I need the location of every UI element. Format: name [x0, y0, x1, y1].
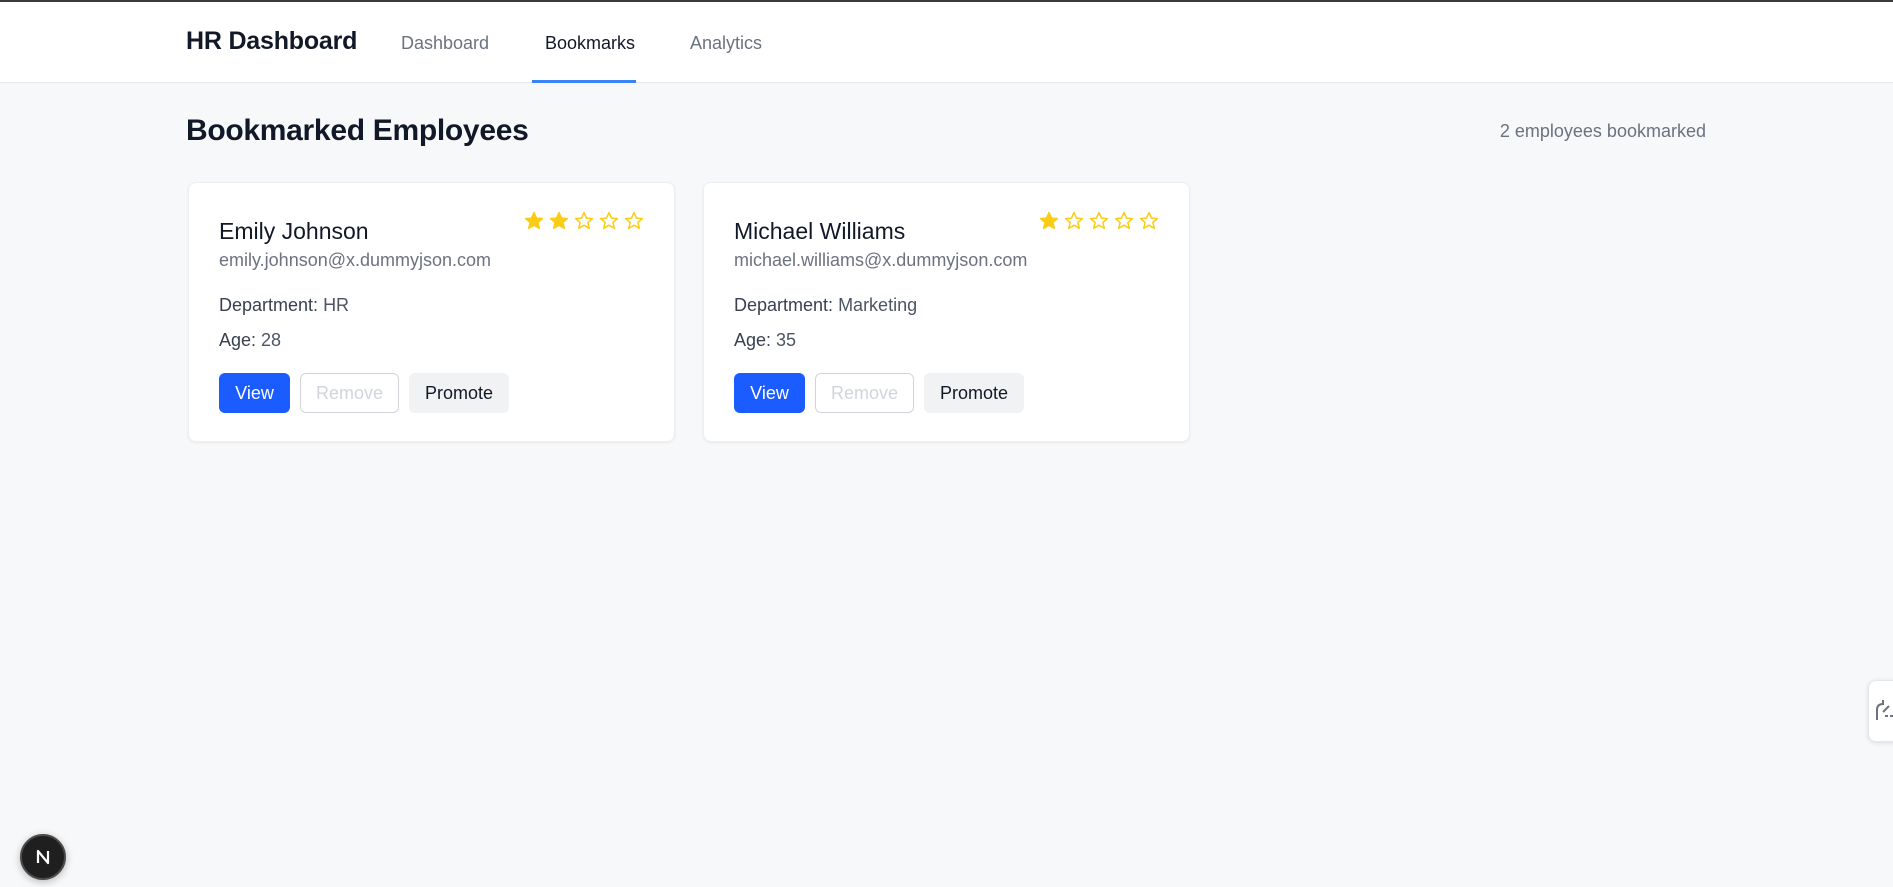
promote-button[interactable]: Promote [924, 373, 1024, 413]
view-button[interactable]: View [734, 373, 805, 413]
star-empty-icon[interactable] [599, 211, 619, 231]
star-empty-icon[interactable] [1089, 211, 1109, 231]
department-row: Department: Marketing [734, 295, 917, 316]
age-label: Age: [219, 330, 257, 350]
star-filled-icon[interactable] [1039, 211, 1059, 231]
devtools-icon [1876, 700, 1893, 720]
devtools-tab[interactable] [1868, 680, 1893, 742]
remove-button[interactable]: Remove [815, 373, 914, 413]
age-row: Age: 28 [219, 330, 281, 351]
active-tab-indicator [532, 80, 636, 83]
rating-stars [524, 211, 644, 231]
remove-button[interactable]: Remove [300, 373, 399, 413]
nextjs-logo-icon[interactable] [20, 834, 66, 880]
star-empty-icon[interactable] [624, 211, 644, 231]
employee-card: Michael Williams michael.williams@x.dumm… [703, 182, 1190, 442]
nav-item-bookmarks[interactable]: Bookmarks [545, 33, 635, 54]
star-filled-icon[interactable] [549, 211, 569, 231]
department-value: HR [323, 295, 350, 315]
department-label: Department: [734, 295, 834, 315]
rating-stars [1039, 211, 1159, 231]
department-row: Department: HR [219, 295, 349, 316]
star-empty-icon[interactable] [1064, 211, 1084, 231]
employee-name: Michael Williams [734, 218, 906, 244]
star-empty-icon[interactable] [574, 211, 594, 231]
app-title: HR Dashboard [186, 27, 358, 55]
age-value: 28 [261, 330, 282, 350]
page-title: Bookmarked Employees [186, 114, 529, 147]
department-value: Marketing [838, 295, 918, 315]
bookmark-count: 2 employees bookmarked [1499, 121, 1706, 141]
n-logo-glyph [36, 849, 50, 865]
employee-name: Emily Johnson [219, 218, 369, 244]
employee-email: emily.johnson@x.dummyjson.com [219, 250, 492, 270]
age-row: Age: 35 [734, 330, 796, 351]
nav-item-analytics[interactable]: Analytics [690, 33, 762, 54]
top-navbar: HR Dashboard Dashboard Bookmarks Analyti… [0, 2, 1893, 83]
promote-button[interactable]: Promote [409, 373, 509, 413]
employee-email: michael.williams@x.dummyjson.com [734, 250, 1028, 270]
age-label: Age: [734, 330, 772, 350]
star-filled-icon[interactable] [524, 211, 544, 231]
view-button[interactable]: View [219, 373, 290, 413]
employee-card: Emily Johnson emily.johnson@x.dummyjson.… [188, 182, 675, 442]
star-empty-icon[interactable] [1114, 211, 1134, 231]
nav-item-dashboard[interactable]: Dashboard [401, 33, 489, 54]
age-value: 35 [776, 330, 797, 350]
star-empty-icon[interactable] [1139, 211, 1159, 231]
department-label: Department: [219, 295, 319, 315]
